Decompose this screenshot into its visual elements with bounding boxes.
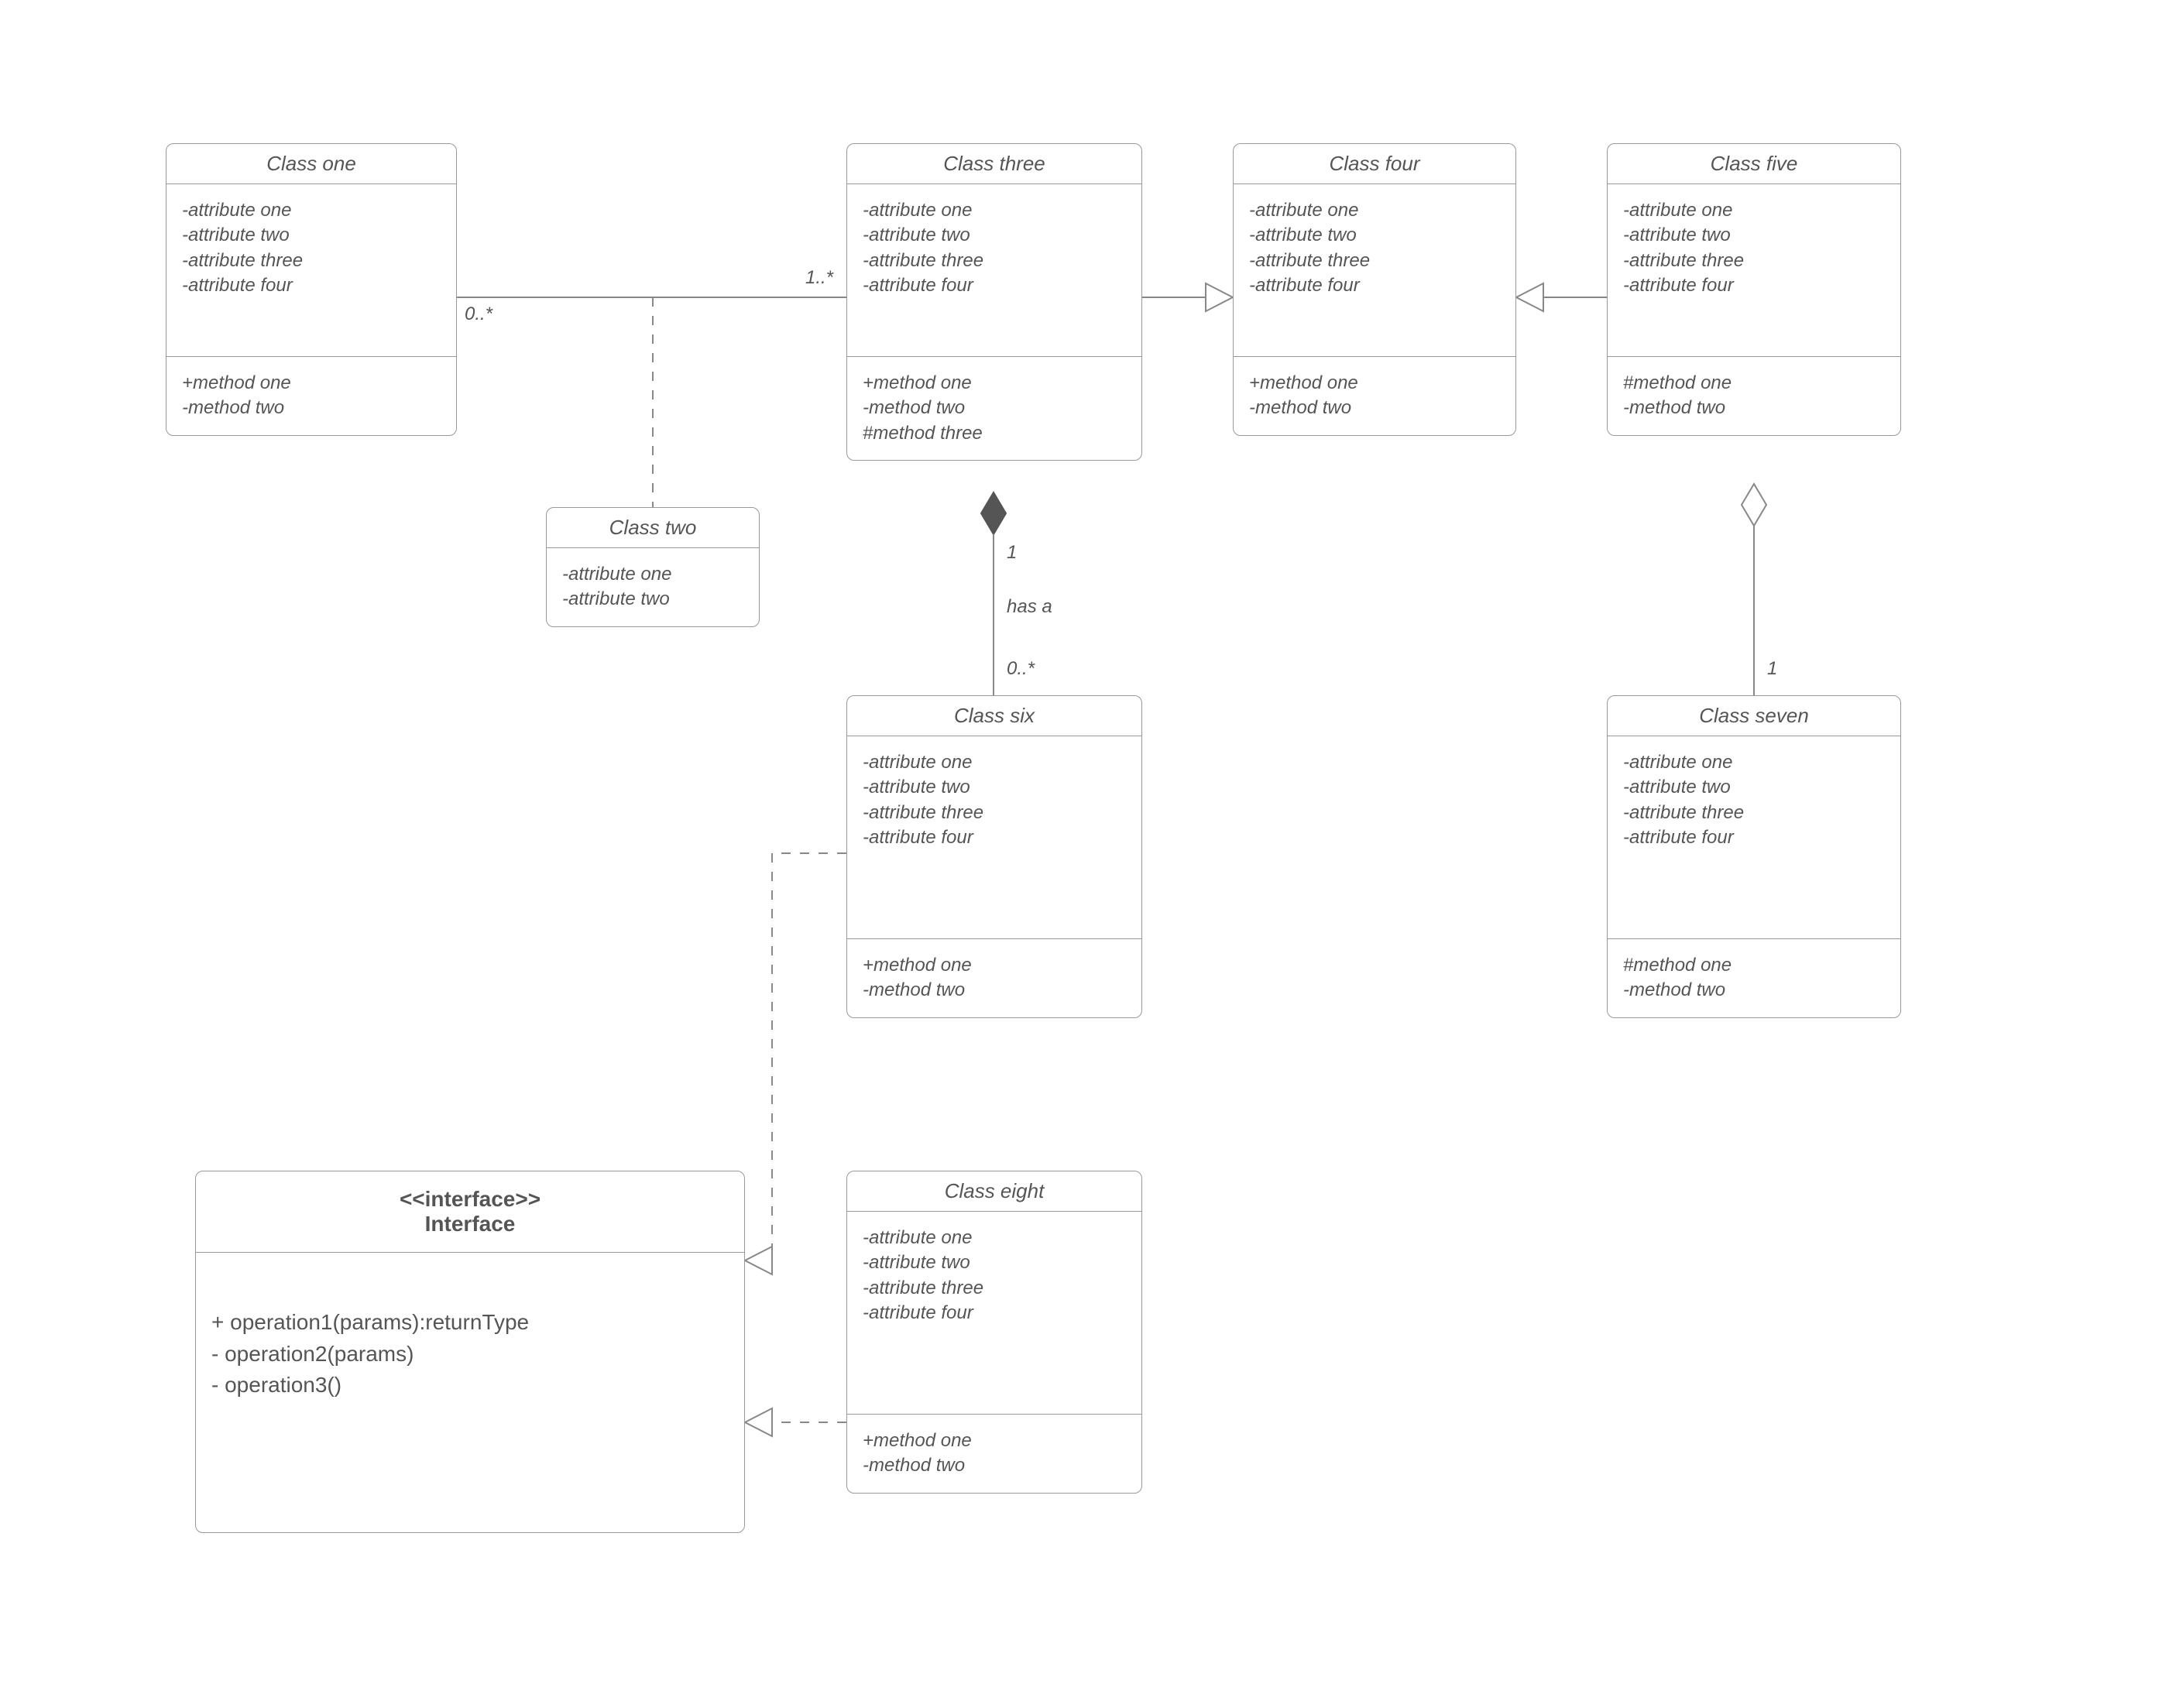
attr: -attribute four (863, 825, 1126, 850)
realize-c6-iface (772, 853, 846, 1247)
mult-comp-top: 1 (1007, 542, 1017, 564)
attr: -attribute two (562, 587, 743, 612)
mult-c3-assoc: 1..* (805, 267, 833, 289)
class-seven-methods: #method one -method two (1608, 938, 1900, 1017)
op: + operation1(params):returnType (211, 1307, 729, 1339)
attr: -attribute three (1623, 249, 1885, 273)
method: -method two (1623, 978, 1885, 1003)
method: +method one (182, 371, 441, 396)
attr: -attribute three (1249, 249, 1500, 273)
attr: -attribute three (182, 249, 441, 273)
method: #method one (1623, 953, 1885, 978)
method: -method two (1623, 396, 1885, 420)
realize-c8-iface-arrow (745, 1408, 772, 1436)
class-eight: Class eight -attribute one -attribute tw… (846, 1171, 1142, 1494)
class-seven-title: Class seven (1608, 696, 1900, 736)
method: #method one (1623, 371, 1885, 396)
method: +method one (863, 953, 1126, 978)
mult-agg: 1 (1767, 658, 1777, 680)
class-five: Class five -attribute one -attribute two… (1607, 143, 1901, 436)
method: -method two (863, 1453, 1126, 1478)
class-one-title: Class one (166, 144, 456, 184)
attr: -attribute two (1249, 223, 1500, 248)
label-has-a: has a (1007, 596, 1052, 618)
attr: -attribute four (863, 1301, 1126, 1326)
mult-comp-bot: 0..* (1007, 658, 1035, 680)
class-six-title: Class six (847, 696, 1141, 736)
class-one-methods: +method one -method two (166, 356, 456, 435)
attr: -attribute four (1249, 273, 1500, 298)
attr: -attribute one (182, 198, 441, 223)
attr: -attribute two (1623, 775, 1885, 800)
composition-diamond (981, 492, 1006, 534)
class-seven-attrs: -attribute one -attribute two -attribute… (1608, 736, 1900, 938)
method: +method one (863, 1428, 1126, 1453)
attr: -attribute two (1623, 223, 1885, 248)
class-two: Class two -attribute one -attribute two (546, 507, 760, 627)
class-eight-attrs: -attribute one -attribute two -attribute… (847, 1212, 1141, 1414)
attr: -attribute one (863, 750, 1126, 775)
class-seven: Class seven -attribute one -attribute tw… (1607, 695, 1901, 1018)
method: -method two (863, 978, 1126, 1003)
class-three: Class three -attribute one -attribute tw… (846, 143, 1142, 461)
attr: -attribute one (1623, 750, 1885, 775)
op: - operation2(params) (211, 1339, 729, 1370)
class-five-title: Class five (1608, 144, 1900, 184)
gen-c3-c4-arrow (1206, 283, 1233, 311)
attr: -attribute one (562, 562, 743, 587)
attr: -attribute three (863, 249, 1126, 273)
gen-c5-c4-arrow (1516, 283, 1543, 311)
class-six: Class six -attribute one -attribute two … (846, 695, 1142, 1018)
interface: <<interface>> Interface + operation1(par… (195, 1171, 745, 1533)
class-three-attrs: -attribute one -attribute two -attribute… (847, 184, 1141, 356)
method: +method one (1249, 371, 1500, 396)
attr: -attribute three (863, 1276, 1126, 1301)
realize-c6-iface-arrow (745, 1247, 772, 1274)
class-four-attrs: -attribute one -attribute two -attribute… (1234, 184, 1515, 356)
class-five-methods: #method one -method two (1608, 356, 1900, 435)
class-three-title: Class three (847, 144, 1141, 184)
attr: -attribute four (863, 273, 1126, 298)
class-two-attrs: -attribute one -attribute two (547, 548, 759, 626)
method: -method two (863, 396, 1126, 420)
attr: -attribute four (182, 273, 441, 298)
attr: -attribute three (863, 801, 1126, 825)
class-two-title: Class two (547, 508, 759, 548)
attr: -attribute two (182, 223, 441, 248)
attr: -attribute four (1623, 273, 1885, 298)
class-one: Class one -attribute one -attribute two … (166, 143, 457, 436)
interface-header: <<interface>> Interface (196, 1171, 744, 1253)
class-eight-title: Class eight (847, 1171, 1141, 1212)
class-three-methods: +method one -method two #method three (847, 356, 1141, 460)
mult-c1: 0..* (465, 304, 493, 325)
class-four-title: Class four (1234, 144, 1515, 184)
attr: -attribute two (863, 775, 1126, 800)
attr: -attribute four (1623, 825, 1885, 850)
class-six-attrs: -attribute one -attribute two -attribute… (847, 736, 1141, 938)
class-eight-methods: +method one -method two (847, 1414, 1141, 1493)
attr: -attribute one (1623, 198, 1885, 223)
attr: -attribute two (863, 1250, 1126, 1275)
class-five-attrs: -attribute one -attribute two -attribute… (1608, 184, 1900, 356)
method: #method three (863, 421, 1126, 446)
class-four: Class four -attribute one -attribute two… (1233, 143, 1516, 436)
attr: -attribute one (1249, 198, 1500, 223)
class-six-methods: +method one -method two (847, 938, 1141, 1017)
method: -method two (1249, 396, 1500, 420)
interface-title: Interface (196, 1212, 744, 1236)
attr: -attribute two (863, 223, 1126, 248)
interface-stereo: <<interface>> (196, 1187, 744, 1212)
uml-class-diagram: { "classes": { "c1": { "title": "Class o… (0, 0, 2176, 1708)
aggregation-diamond (1742, 484, 1766, 526)
op: - operation3() (211, 1370, 729, 1401)
attr: -attribute one (863, 198, 1126, 223)
class-four-methods: +method one -method two (1234, 356, 1515, 435)
interface-ops: + operation1(params):returnType - operat… (196, 1253, 744, 1415)
attr: -attribute three (1623, 801, 1885, 825)
class-one-attrs: -attribute one -attribute two -attribute… (166, 184, 456, 356)
attr: -attribute one (863, 1226, 1126, 1250)
method: -method two (182, 396, 441, 420)
method: +method one (863, 371, 1126, 396)
